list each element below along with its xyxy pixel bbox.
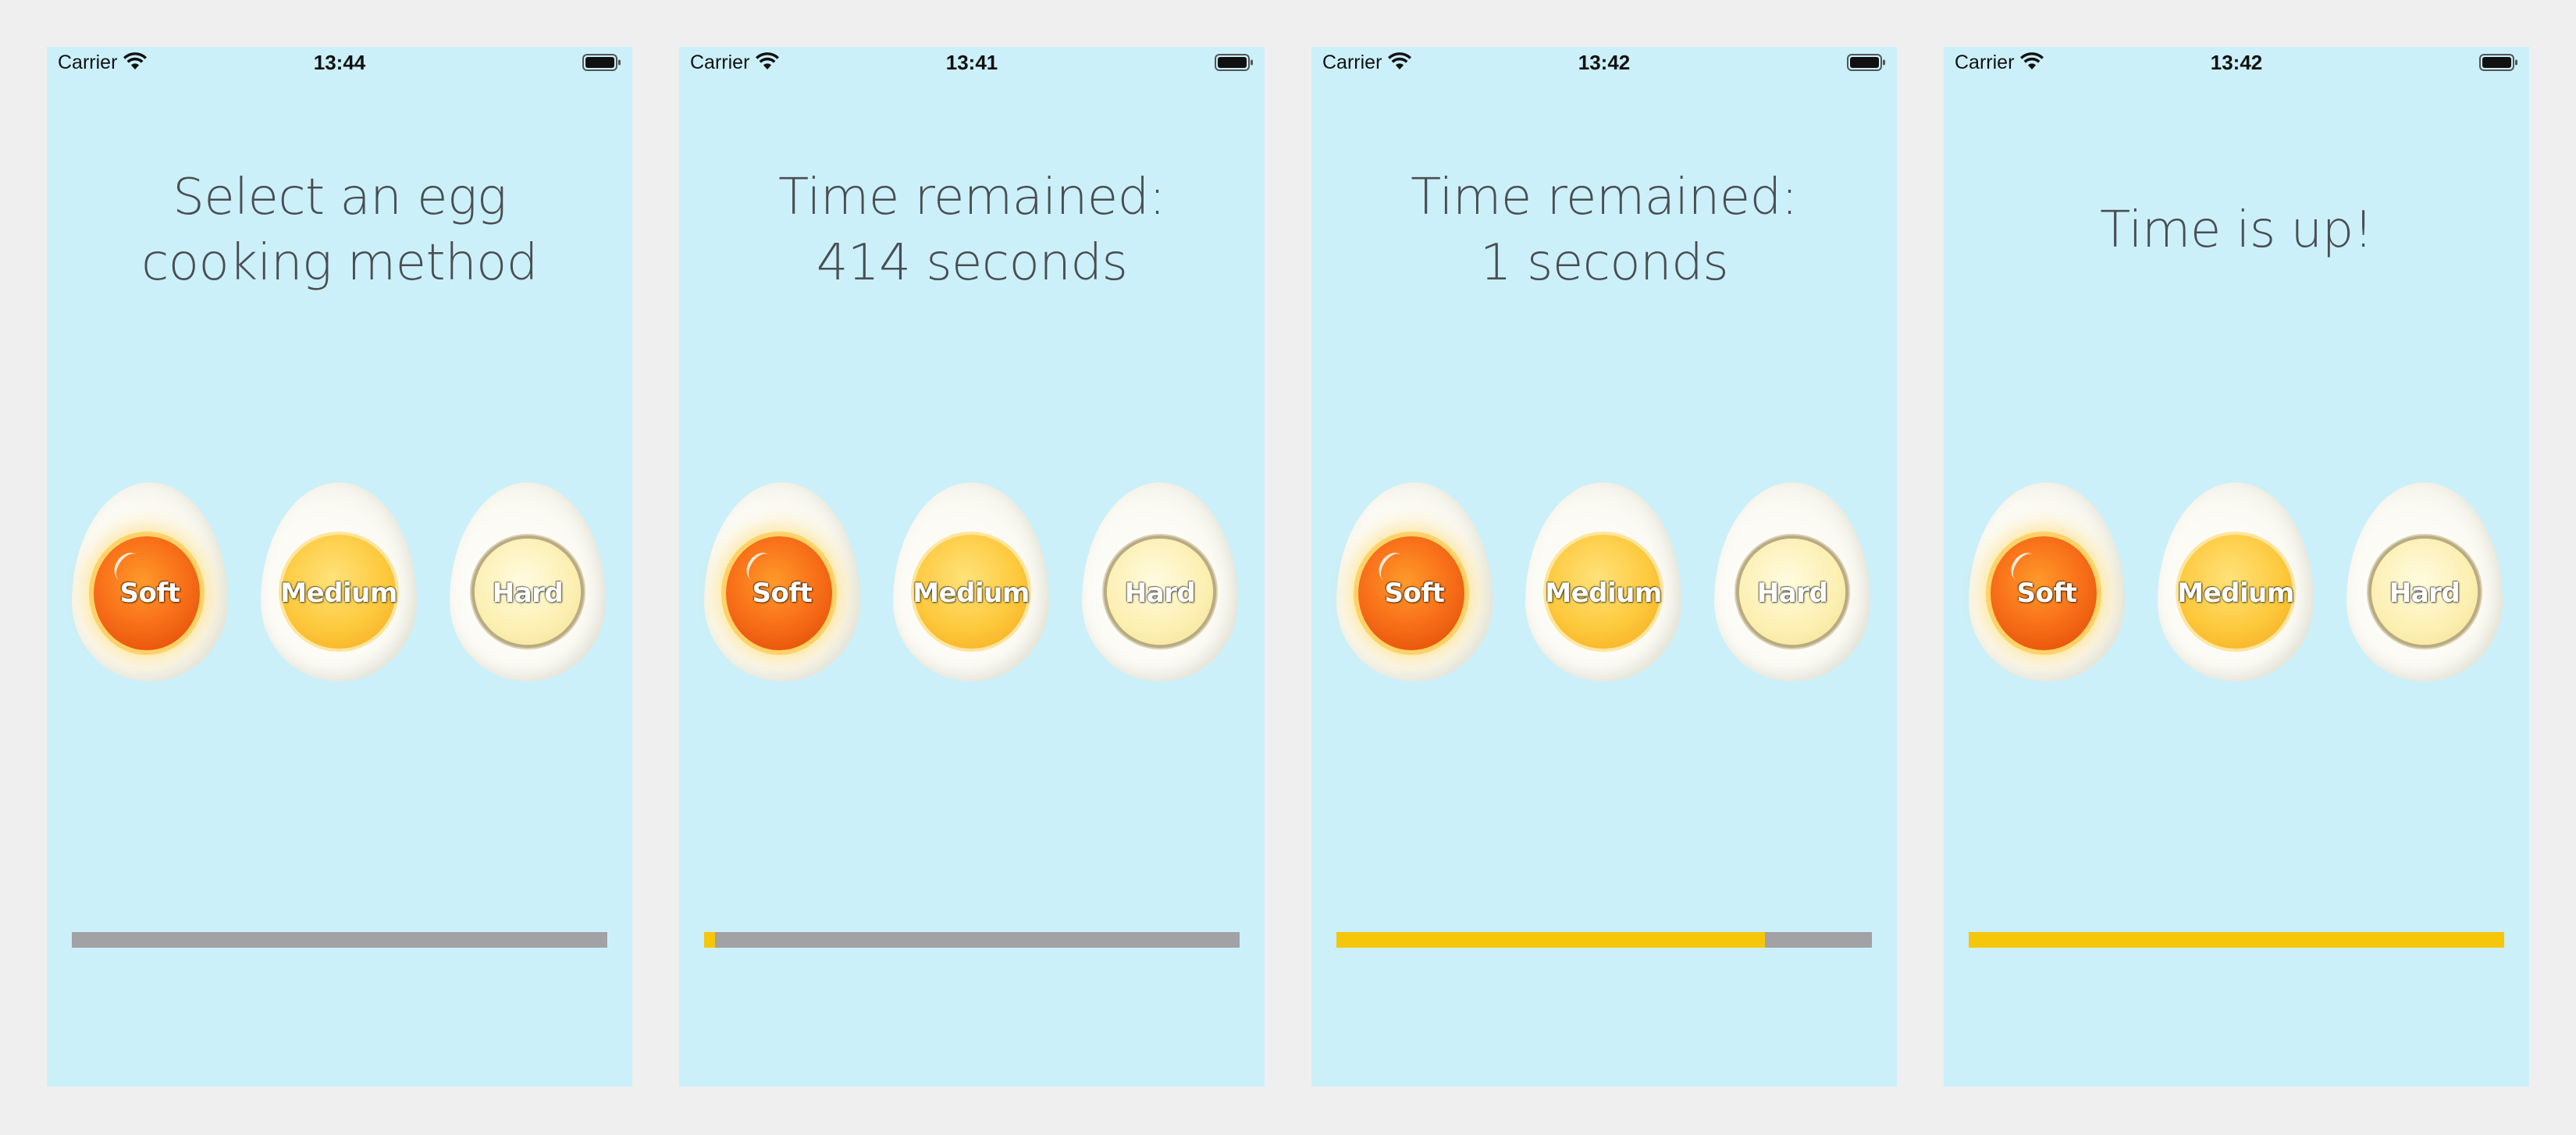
hard-egg-button[interactable]: Hard bbox=[1714, 482, 1870, 681]
page-title: Select an egg cooking method bbox=[141, 169, 538, 292]
status-time: 13:42 bbox=[1578, 51, 1631, 74]
medium-egg-label: Medium bbox=[2177, 578, 2294, 609]
battery-icon bbox=[1847, 54, 1885, 71]
medium-egg-button[interactable]: Medium bbox=[893, 482, 1049, 681]
status-time: 13:44 bbox=[313, 51, 366, 74]
progress-bar bbox=[1969, 932, 2504, 948]
hard-egg-label: Hard bbox=[1756, 578, 1828, 609]
progress-bar bbox=[1336, 932, 1872, 948]
egg-options: Soft Medium Hard bbox=[1944, 482, 2529, 685]
phone-screen-timer-start: Carrier 13:41 Time remained: 414 seconds… bbox=[679, 47, 1265, 1087]
soft-egg-button[interactable]: Soft bbox=[1969, 482, 2125, 681]
battery-icon bbox=[582, 54, 621, 71]
hard-egg-label: Hard bbox=[1124, 578, 1196, 609]
page-title: Time is up! bbox=[2100, 201, 2373, 259]
status-bar: Carrier 13:42 bbox=[1311, 47, 1897, 80]
soft-egg-label: Soft bbox=[2016, 578, 2077, 609]
page-title: Time remained: 414 seconds bbox=[778, 169, 1165, 292]
medium-egg-button[interactable]: Medium bbox=[261, 482, 417, 681]
soft-egg-button[interactable]: Soft bbox=[704, 482, 860, 681]
soft-egg-label: Soft bbox=[1384, 578, 1445, 609]
progress-fill bbox=[1336, 932, 1765, 948]
egg-options: Soft Medium Hard bbox=[47, 482, 632, 685]
medium-egg-button[interactable]: Medium bbox=[2158, 482, 2314, 681]
medium-egg-label: Medium bbox=[1545, 578, 1662, 609]
phone-screen-select: Carrier 13:44 Select an egg cooking meth… bbox=[47, 47, 632, 1087]
soft-egg-label: Soft bbox=[752, 578, 813, 609]
hard-egg-button[interactable]: Hard bbox=[2347, 482, 2503, 681]
battery-icon bbox=[1215, 54, 1253, 71]
progress-fill bbox=[704, 932, 715, 948]
soft-egg-label: Soft bbox=[119, 578, 180, 609]
egg-options: Soft Medium Hard bbox=[1311, 482, 1897, 685]
status-time: 13:42 bbox=[2210, 51, 2263, 74]
page-title: Time remained: 1 seconds bbox=[1411, 169, 1798, 292]
medium-egg-label: Medium bbox=[280, 578, 397, 609]
hard-egg-button[interactable]: Hard bbox=[450, 482, 606, 681]
status-bar: Carrier 13:41 bbox=[679, 47, 1265, 80]
soft-egg-button[interactable]: Soft bbox=[1336, 482, 1493, 681]
status-time: 13:41 bbox=[945, 51, 998, 74]
status-bar: Carrier 13:44 bbox=[47, 47, 632, 80]
medium-egg-button[interactable]: Medium bbox=[1525, 482, 1681, 681]
phone-screen-time-up: Carrier 13:42 Time is up! Soft Medium Ha… bbox=[1944, 47, 2529, 1087]
battery-icon bbox=[2479, 54, 2517, 71]
egg-options: Soft Medium Hard bbox=[679, 482, 1265, 685]
progress-fill bbox=[1969, 932, 2504, 948]
soft-egg-button[interactable]: Soft bbox=[72, 482, 228, 681]
hard-egg-label: Hard bbox=[2389, 578, 2460, 609]
hard-egg-label: Hard bbox=[492, 578, 564, 609]
progress-bar bbox=[704, 932, 1240, 948]
progress-bar bbox=[72, 932, 607, 948]
phone-screen-timer-end: Carrier 13:42 Time remained: 1 seconds S… bbox=[1311, 47, 1897, 1087]
medium-egg-label: Medium bbox=[913, 578, 1030, 609]
hard-egg-button[interactable]: Hard bbox=[1082, 482, 1238, 681]
status-bar: Carrier 13:42 bbox=[1944, 47, 2529, 80]
